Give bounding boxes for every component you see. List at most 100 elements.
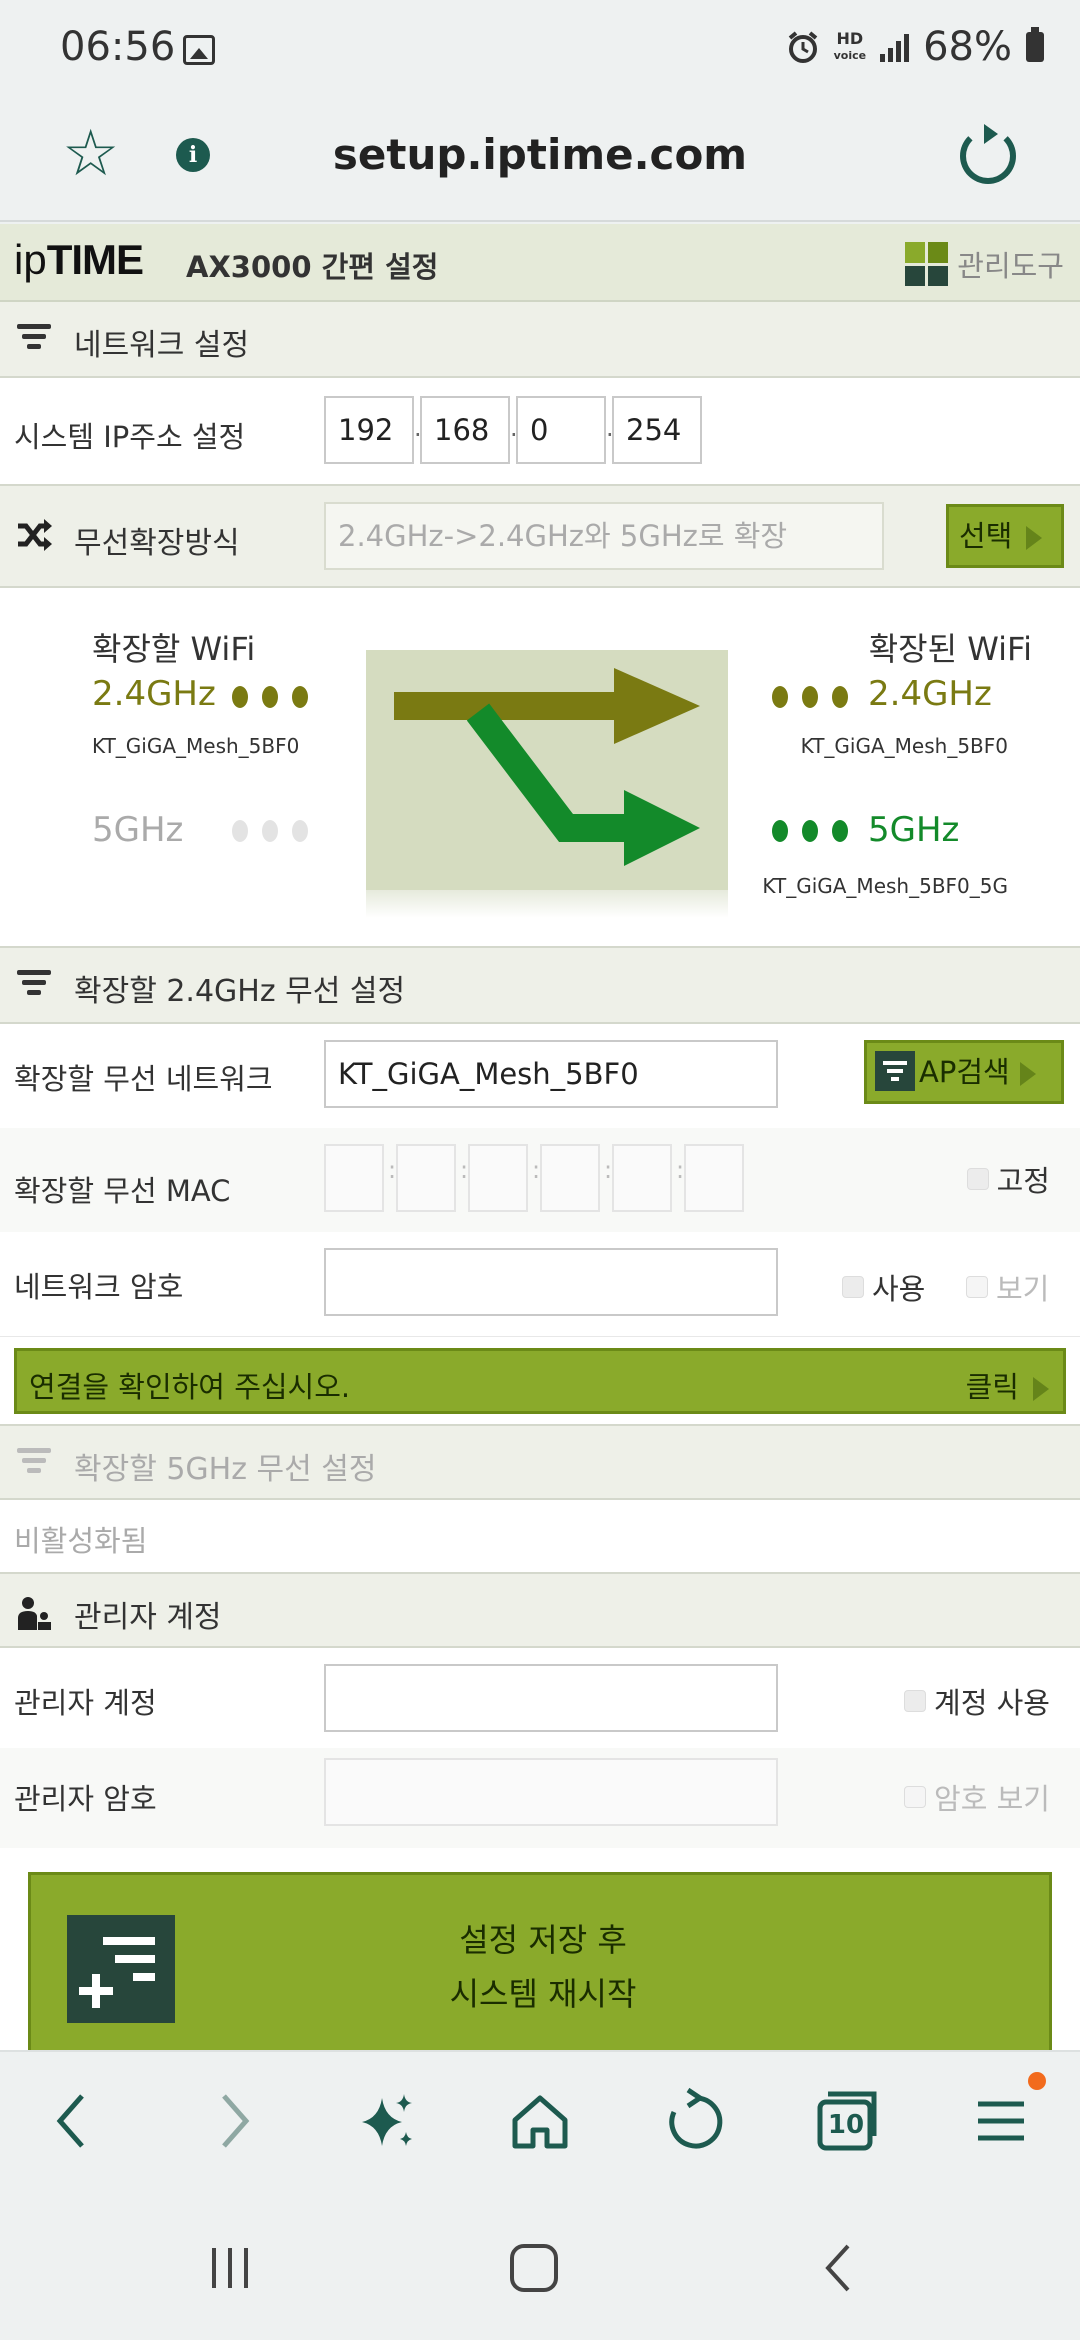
- ap-search-label: AP검색: [919, 1055, 1010, 1089]
- target-5-dots: [772, 820, 848, 842]
- mac-octet-1[interactable]: [324, 1144, 384, 1212]
- ext5-status-text: 비활성화됨: [14, 1524, 148, 1558]
- voice-label: voice: [833, 49, 867, 62]
- tabs-button[interactable]: 10: [812, 2086, 882, 2156]
- section-ext-5-title: 확장할 5GHz 무선 설정: [74, 1452, 377, 1487]
- menu-icon[interactable]: [966, 2086, 1036, 2156]
- connection-notice-text: 연결을 확인하여 주십시오.: [29, 1370, 351, 1404]
- ip-octet-4[interactable]: 254: [612, 396, 702, 464]
- checkbox-box[interactable]: [904, 1690, 927, 1712]
- browser-toolbar: 10: [0, 2050, 1080, 2190]
- battery-icon: [1026, 27, 1044, 62]
- admin-account-input[interactable]: [324, 1664, 778, 1732]
- section-ext-5: 확장할 5GHz 무선 설정: [0, 1424, 1080, 1500]
- section-network: 네트워크 설정: [0, 302, 1080, 378]
- save-line-2: 시스템 재시작: [449, 1975, 637, 2013]
- tabs-count: 10: [827, 2110, 865, 2140]
- connection-notice-bar[interactable]: 연결을 확인하여 주십시오. 클릭: [14, 1348, 1066, 1414]
- ip-octet-1[interactable]: 192: [324, 396, 414, 464]
- status-bar: 06:56 HD voice 68%: [0, 0, 1080, 100]
- admin-tools-icon: [905, 242, 949, 286]
- mac-octet-6[interactable]: [684, 1144, 744, 1212]
- back-icon[interactable]: [40, 2086, 110, 2156]
- arrow-right-icon: [1026, 526, 1043, 550]
- signal-icon: [880, 32, 910, 62]
- select-label: 선택: [959, 519, 1013, 553]
- battery-percent: 68%: [923, 24, 1012, 70]
- page-content: ipTIME AX3000 간편 설정 관리도구 네트워크 설정 시스템 IP주…: [0, 224, 1080, 2050]
- status-icons: HD voice 68%: [786, 24, 1044, 70]
- reload-icon[interactable]: [960, 124, 1016, 184]
- checkbox-box[interactable]: [966, 1168, 989, 1190]
- admin-tools-link[interactable]: 관리도구: [905, 242, 1064, 286]
- mac-colon: :: [604, 1156, 613, 1184]
- ext-mac-row: 확장할 무선 MAC : : : : : 고정: [0, 1128, 1080, 1232]
- url-text[interactable]: setup.iptime.com: [0, 130, 1080, 179]
- mac-fixed-checkbox[interactable]: 고정: [966, 1158, 1050, 1200]
- password-use-label: 사용: [872, 1272, 926, 1306]
- checkbox-box[interactable]: [966, 1276, 988, 1298]
- target-band-5: 5GHz: [868, 810, 960, 850]
- ext-network-row: 확장할 무선 네트워크 KT_GiGA_Mesh_5BF0 AP검색: [0, 1024, 1080, 1128]
- section-ext-24-title: 확장할 2.4GHz 무선 설정: [74, 974, 406, 1009]
- checkbox-box[interactable]: [904, 1786, 927, 1808]
- refresh-icon[interactable]: [658, 2086, 728, 2156]
- password-show-checkbox[interactable]: 보기: [966, 1266, 1049, 1308]
- browser-url-bar: ☆ i setup.iptime.com: [0, 100, 1080, 222]
- mac-octet-4[interactable]: [540, 1144, 600, 1212]
- mac-octet-3[interactable]: [468, 1144, 528, 1212]
- section-network-title: 네트워크 설정: [74, 328, 250, 363]
- select-button[interactable]: 선택: [946, 504, 1064, 568]
- ai-sparkle-icon[interactable]: [352, 2086, 422, 2156]
- ext-mac-label: 확장할 무선 MAC: [14, 1174, 231, 1208]
- target-ssid-24: KT_GiGA_Mesh_5BF0: [800, 734, 1008, 758]
- filter-icon: [16, 324, 52, 358]
- section-admin-title: 관리자 계정: [74, 1600, 222, 1635]
- section-admin: 관리자 계정: [0, 1572, 1080, 1648]
- ap-search-button[interactable]: AP검색: [864, 1040, 1064, 1104]
- alarm-icon: [788, 31, 817, 63]
- account-use-label: 계정 사용: [934, 1686, 1050, 1720]
- ip-octet-3[interactable]: 0: [516, 396, 606, 464]
- click-button[interactable]: 클릭: [966, 1364, 1049, 1406]
- forward-icon[interactable]: [196, 2086, 266, 2156]
- mac-octet-5[interactable]: [612, 1144, 672, 1212]
- shuffle-icon: [18, 519, 52, 551]
- status-time: 06:56: [60, 24, 176, 70]
- source-band-5: 5GHz: [92, 810, 184, 850]
- ip-row: 시스템 IP주소 설정 192 . 168 . 0 . 254: [0, 378, 1080, 484]
- extension-arrows-graphic: [366, 650, 728, 918]
- admin-account-row: 관리자 계정 계정 사용: [0, 1648, 1080, 1748]
- ext-password-label: 네트워크 암호: [14, 1270, 184, 1304]
- target-ssid-5: KT_GiGA_Mesh_5BF0_5G: [762, 874, 1008, 898]
- save-restart-button[interactable]: 설정 저장 후 시스템 재시작: [28, 1872, 1052, 2050]
- ext-method-field[interactable]: 2.4GHz->2.4GHz와 5GHz로 확장: [324, 502, 884, 570]
- source-ssid: KT_GiGA_Mesh_5BF0: [92, 734, 300, 758]
- click-label: 클릭: [965, 1370, 1019, 1404]
- mac-colon: :: [676, 1156, 685, 1184]
- home-icon[interactable]: [505, 2086, 575, 2156]
- account-use-checkbox[interactable]: 계정 사용: [904, 1680, 1050, 1722]
- notification-badge: [1028, 2072, 1046, 2090]
- admin-account-label: 관리자 계정: [14, 1686, 157, 1720]
- section-wireless-ext-title: 무선확장방식: [74, 526, 240, 561]
- filter-icon: [16, 1448, 52, 1482]
- system-nav-bar: [0, 2190, 1080, 2340]
- mac-colon: :: [532, 1156, 541, 1184]
- target-24-dots: [772, 686, 848, 708]
- ext-network-input[interactable]: KT_GiGA_Mesh_5BF0: [324, 1040, 778, 1108]
- password-view-checkbox[interactable]: 암호 보기: [904, 1776, 1050, 1818]
- section-wireless-ext: 무선확장방식 2.4GHz->2.4GHz와 5GHz로 확장 선택: [0, 484, 1080, 588]
- admin-password-input[interactable]: [324, 1758, 778, 1826]
- home-nav-icon[interactable]: [504, 2238, 564, 2298]
- back-nav-icon[interactable]: [808, 2238, 868, 2298]
- ip-octet-2[interactable]: 168: [420, 396, 510, 464]
- ext-network-label: 확장할 무선 네트워크: [14, 1062, 273, 1096]
- ext-password-input[interactable]: [324, 1248, 778, 1316]
- checkbox-box[interactable]: [842, 1276, 864, 1298]
- mac-octet-2[interactable]: [396, 1144, 456, 1212]
- password-use-checkbox[interactable]: 사용: [842, 1266, 925, 1308]
- admin-password-row: 관리자 암호 암호 보기: [0, 1748, 1080, 1848]
- recent-apps-icon[interactable]: [200, 2238, 260, 2298]
- arrow-right-icon: [1033, 1377, 1049, 1401]
